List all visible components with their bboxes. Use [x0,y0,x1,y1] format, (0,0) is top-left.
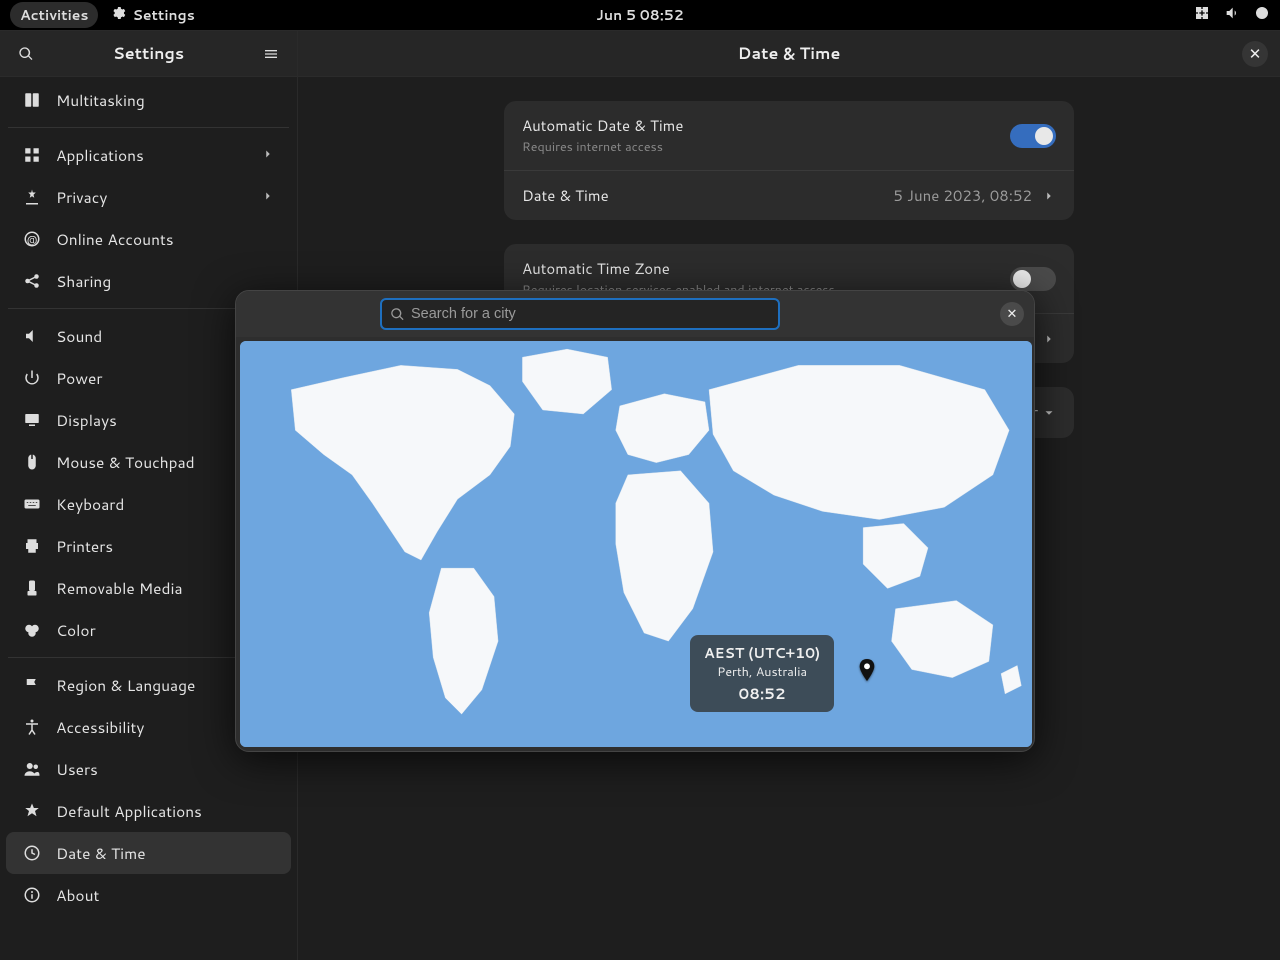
sidebar-item-label: Privacy [56,186,107,208]
sidebar-item-label: Removable Media [56,577,183,599]
defaults-icon [22,801,42,821]
sidebar-item-multitasking[interactable]: Multitasking [6,79,291,121]
privacy-icon [22,187,42,207]
datetime-icon [22,843,42,863]
timezone-map-pin [858,659,876,687]
sidebar-item-label: About [56,884,99,906]
row-label: Date & Time [522,185,893,206]
removable-icon [22,578,42,598]
page-title: Date & Time [738,42,841,65]
sidebar-item-label: Region & Language [56,674,195,696]
chevron-right-icon [1042,332,1056,346]
sidebar-item-label: Sharing [56,270,111,292]
app-indicator[interactable]: Settings [110,5,194,26]
app-name: Settings [132,5,194,25]
timezone-search-field[interactable] [380,298,780,330]
row-sublabel: Requires internet access [522,138,1010,156]
activities-button[interactable]: Activities [10,2,98,28]
hamburger-menu-button[interactable] [257,40,285,68]
search-button[interactable] [12,40,40,68]
mouse-icon [22,452,42,472]
main-header: Date & Time ✕ [298,31,1280,77]
sidebar-item-users[interactable]: Users [6,748,291,790]
search-icon [390,307,405,322]
sound-icon [22,326,42,346]
apps-icon [22,145,42,165]
sidebar-item-label: Date & Time [56,842,146,864]
close-window-button[interactable]: ✕ [1242,41,1268,67]
sidebar-item-label: Default Applications [56,800,202,822]
sidebar-item-label: Color [56,619,96,641]
timezone-popover-header: ✕ [236,291,1034,337]
row-date-time[interactable]: Date & Time 5 June 2023, 08:52 [504,170,1074,220]
row-label: Automatic Time Zone [522,258,1010,279]
timezone-search-input[interactable] [411,306,770,322]
online-icon: @ [22,229,42,249]
gear-icon [110,5,126,26]
power-icon [1254,5,1270,26]
printers-icon [22,536,42,556]
power-icon [22,368,42,388]
switch-automatic-date-time[interactable] [1010,124,1056,148]
sharing-icon [22,271,42,291]
sidebar-item-default-applications[interactable]: Default Applications [6,790,291,832]
sidebar-item-label: Accessibility [56,716,144,738]
chevron-right-icon [1042,189,1056,203]
timezone-popover: ✕ [235,290,1035,752]
sidebar-item-label: Displays [56,409,117,431]
timezone-popover-close-button[interactable]: ✕ [1000,302,1024,326]
gnome-topbar: Activities Settings Jun 5 08:52 [0,0,1280,30]
sidebar-item-about[interactable]: About [6,874,291,916]
sidebar-item-privacy[interactable]: Privacy [6,176,291,218]
sidebar-item-applications[interactable]: Applications [6,134,291,176]
sidebar-item-label: Sound [56,325,102,347]
about-icon [22,885,42,905]
world-map-svg [240,341,1032,747]
timezone-world-map[interactable]: AEST (UTC+10) Perth, Australia 08:52 [240,341,1032,747]
sidebar-item-label: Users [56,758,98,780]
keyboard-icon [22,494,42,514]
chevron-right-icon [261,144,275,166]
row-value: 5 June 2023, 08:52 [893,185,1032,206]
datetime-card-1: Automatic Date & Time Requires internet … [504,101,1074,220]
sidebar-item-label: Online Accounts [56,228,174,250]
sidebar-item-label: Keyboard [56,493,124,515]
sidebar-header: Settings [0,31,297,77]
sidebar-title: Settings [40,42,257,65]
sidebar-item-label: Mouse & Touchpad [56,451,195,473]
row-label: Automatic Date & Time [522,115,1010,136]
volume-icon [1224,5,1240,26]
sidebar-item-online-accounts[interactable]: @ Online Accounts [6,218,291,260]
clock[interactable]: Jun 5 08:52 [596,5,683,25]
chevron-down-icon [1042,406,1056,420]
sidebar-item-label: Power [56,367,102,389]
switch-automatic-time-zone[interactable] [1010,267,1056,291]
color-icon [22,620,42,640]
system-tray[interactable] [1194,5,1270,26]
displays-icon [22,410,42,430]
row-automatic-date-time: Automatic Date & Time Requires internet … [504,101,1074,170]
chevron-right-icon [261,186,275,208]
sidebar-separator [8,127,289,128]
svg-text:@: @ [27,233,38,247]
sidebar-item-label: Multitasking [56,89,145,111]
sidebar-item-date-time[interactable]: Date & Time [6,832,291,874]
sidebar-item-label: Applications [56,144,144,166]
users-icon [22,759,42,779]
network-icon [1194,5,1210,26]
multitasking-icon [22,90,42,110]
region-icon [22,675,42,695]
accessibility-icon [22,717,42,737]
sidebar-item-label: Printers [56,535,113,557]
